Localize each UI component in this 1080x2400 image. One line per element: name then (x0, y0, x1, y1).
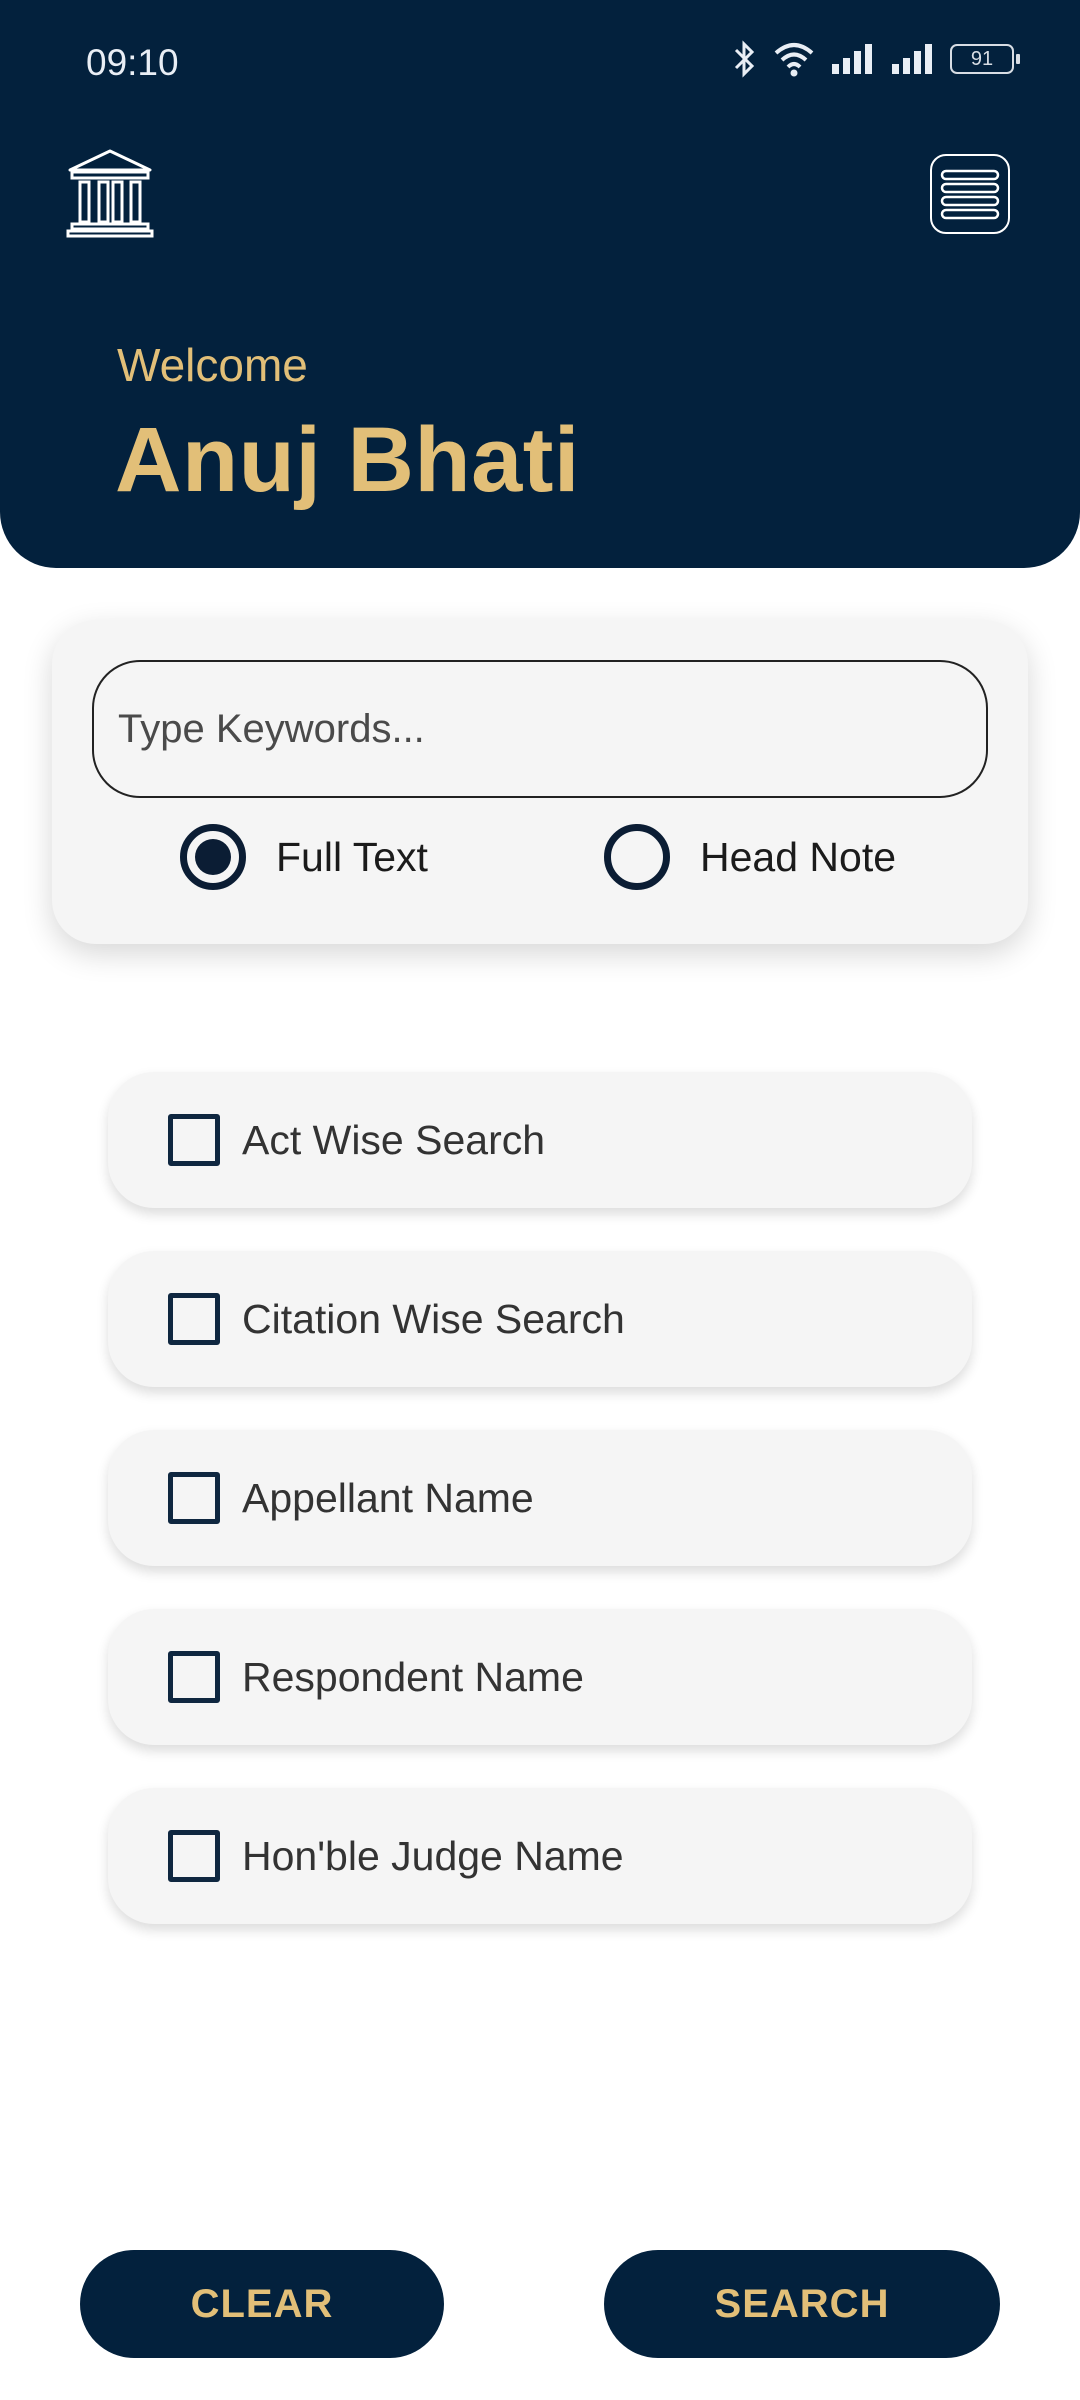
clear-button[interactable]: CLEAR (80, 2250, 444, 2358)
option-label: Respondent Name (242, 1653, 584, 1700)
radio-full-text[interactable]: Full Text (180, 824, 428, 890)
radio-button[interactable] (604, 824, 670, 890)
checkbox[interactable] (168, 1830, 220, 1882)
checkbox[interactable] (168, 1651, 220, 1703)
radio-label: Full Text (276, 833, 428, 880)
court-building-icon (66, 149, 154, 238)
status-time: 09:10 (86, 42, 179, 83)
option-label: Act Wise Search (242, 1116, 546, 1163)
keyword-search-input[interactable] (92, 660, 988, 798)
search-button[interactable]: SEARCH (604, 2250, 1000, 2358)
checkbox[interactable] (168, 1293, 220, 1345)
battery-level: 91 (970, 47, 994, 70)
hamburger-menu-icon (940, 169, 1000, 220)
battery-icon: 91 (950, 44, 1020, 74)
menu-button[interactable] (930, 154, 1010, 234)
wifi-icon (774, 43, 814, 77)
status-bar: 09:10 91 (0, 0, 1080, 120)
option-label: Appellant Name (242, 1474, 534, 1521)
radio-head-note[interactable]: Head Note (604, 824, 896, 890)
option-judge-name[interactable]: Hon'ble Judge Name (108, 1788, 972, 1924)
option-respondent-name[interactable]: Respondent Name (108, 1609, 972, 1745)
signal-icon (832, 44, 872, 74)
checkbox[interactable] (168, 1114, 220, 1166)
signal-icon (892, 44, 932, 74)
radio-dot (195, 839, 231, 875)
search-card: Full Text Head Note (52, 620, 1028, 944)
option-label: Hon'ble Judge Name (242, 1832, 624, 1879)
option-appellant-name[interactable]: Appellant Name (108, 1430, 972, 1566)
option-citation-wise-search[interactable]: Citation Wise Search (108, 1251, 972, 1387)
option-label: Citation Wise Search (242, 1295, 625, 1342)
option-act-wise-search[interactable]: Act Wise Search (108, 1072, 972, 1208)
status-icons: 91 (732, 40, 1020, 78)
welcome-text: Welcome (117, 339, 308, 391)
radio-label: Head Note (700, 833, 897, 880)
checkbox[interactable] (168, 1472, 220, 1524)
user-name: Anuj Bhati (115, 409, 580, 511)
bluetooth-icon (734, 40, 755, 78)
header: 09:10 91 Welcome Anuj Bhati (0, 0, 1080, 568)
radio-button-selected[interactable] (180, 824, 246, 890)
